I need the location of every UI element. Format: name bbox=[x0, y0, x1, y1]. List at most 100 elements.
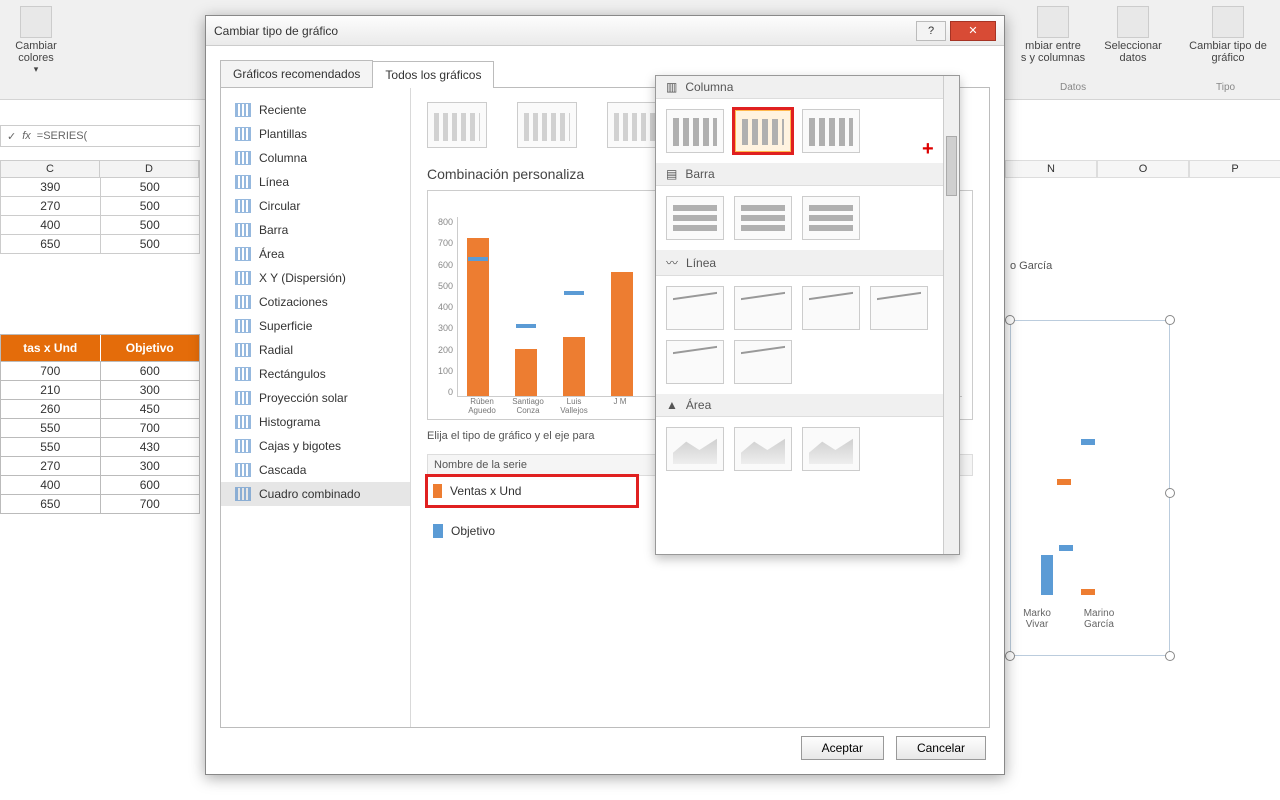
chart-type-icon bbox=[1212, 6, 1244, 38]
colors-icon bbox=[20, 6, 52, 38]
templates-icon bbox=[235, 127, 251, 141]
bar-icon bbox=[235, 223, 251, 237]
popup-opt-100-stacked-column[interactable] bbox=[802, 109, 860, 153]
stock-icon bbox=[235, 295, 251, 309]
tab-recommended[interactable]: Gráficos recomendados bbox=[220, 60, 373, 87]
column-icon: ▥ bbox=[666, 80, 677, 94]
sidebar-item-stock[interactable]: Cotizaciones bbox=[221, 290, 410, 314]
sidebar-item-area[interactable]: Área bbox=[221, 242, 410, 266]
table-hdr: tas x Und bbox=[1, 335, 101, 361]
scatter-icon bbox=[235, 271, 251, 285]
popup-opt-100-stacked-bar[interactable] bbox=[802, 196, 860, 240]
tab-all-charts[interactable]: Todos los gráficos bbox=[372, 61, 494, 88]
popup-opt-100-area[interactable] bbox=[802, 427, 860, 471]
close-button[interactable]: ✕ bbox=[950, 21, 996, 41]
sidebar-item-column[interactable]: Columna bbox=[221, 146, 410, 170]
check-icon[interactable]: ✓ bbox=[7, 130, 16, 143]
popup-opt-line-markers[interactable] bbox=[870, 286, 928, 330]
surface-icon bbox=[235, 319, 251, 333]
sunburst-icon bbox=[235, 391, 251, 405]
dialog-title: Cambiar tipo de gráfico bbox=[214, 24, 338, 38]
box-icon bbox=[235, 439, 251, 453]
ribbon-group-datos: Datos bbox=[1060, 82, 1086, 93]
formula-value: =SERIES( bbox=[37, 130, 87, 142]
y-axis-labels: 800 700 600 500 400 300 200 100 0 bbox=[438, 217, 457, 397]
line-icon: 〰 bbox=[666, 254, 678, 271]
swatch-orange bbox=[433, 484, 442, 498]
bg-legend-text: o García bbox=[1010, 260, 1052, 272]
col-hdr[interactable]: D bbox=[100, 161, 199, 177]
popup-group-columna: ▥Columna bbox=[656, 76, 959, 99]
bg-col-headers: N O P bbox=[1005, 160, 1280, 178]
pie-icon bbox=[235, 199, 251, 213]
chart-category-sidebar: Reciente Plantillas Columna Línea Circul… bbox=[221, 88, 411, 727]
sidebar-item-bar[interactable]: Barra bbox=[221, 218, 410, 242]
area-icon: ▲ bbox=[666, 398, 678, 412]
ribbon-switch-rows-cols[interactable]: mbiar entre s y columnas bbox=[1016, 6, 1090, 64]
sidebar-item-histogram[interactable]: Histograma bbox=[221, 410, 410, 434]
popup-opt-line[interactable] bbox=[666, 286, 724, 330]
ribbon-select-data[interactable]: Seleccionar datos bbox=[1098, 6, 1168, 64]
sidebar-item-treemap[interactable]: Rectángulos bbox=[221, 362, 410, 386]
sidebar-item-pie[interactable]: Circular bbox=[221, 194, 410, 218]
popup-opt-clustered-bar[interactable] bbox=[666, 196, 724, 240]
bar-icon: ▤ bbox=[666, 167, 677, 181]
popup-opt-clustered-column[interactable] bbox=[666, 109, 724, 153]
series-row-1: Ventas x Und bbox=[427, 476, 637, 506]
sidebar-item-radar[interactable]: Radial bbox=[221, 338, 410, 362]
popup-opt-stacked-bar[interactable] bbox=[734, 196, 792, 240]
embedded-chart[interactable] bbox=[1010, 320, 1170, 656]
swatch-blue bbox=[433, 524, 443, 538]
sidebar-item-scatter[interactable]: X Y (Dispersión) bbox=[221, 266, 410, 290]
table-hdr: Objetivo bbox=[101, 335, 200, 361]
histogram-icon bbox=[235, 415, 251, 429]
col-hdr[interactable]: C bbox=[1, 161, 100, 177]
bg-chart-xlabels: Marko Vivar Marino García bbox=[1015, 608, 1121, 630]
help-button[interactable]: ? bbox=[916, 21, 946, 41]
formula-bar[interactable]: ✓ fx =SERIES( bbox=[0, 125, 200, 147]
treemap-icon bbox=[235, 367, 251, 381]
dialog-titlebar[interactable]: Cambiar tipo de gráfico ? ✕ bbox=[206, 16, 1004, 46]
data-table: tas x Und Objetivo 700600 210300 260450 … bbox=[0, 334, 200, 514]
cancel-button[interactable]: Cancelar bbox=[896, 736, 986, 760]
popup-opt-stacked-column[interactable] bbox=[734, 109, 792, 153]
sidebar-item-combo[interactable]: Cuadro combinado bbox=[221, 482, 410, 506]
popup-scrollbar[interactable] bbox=[943, 76, 959, 554]
ribbon-change-chart-type[interactable]: Cambiar tipo de gráfico bbox=[1188, 6, 1268, 64]
combo-icon bbox=[235, 487, 251, 501]
sidebar-item-waterfall[interactable]: Cascada bbox=[221, 458, 410, 482]
sidebar-item-templates[interactable]: Plantillas bbox=[221, 122, 410, 146]
sidebar-item-sunburst[interactable]: Proyección solar bbox=[221, 386, 410, 410]
area-icon bbox=[235, 247, 251, 261]
sheet-fragment: C D 390500 270500 400500 650500 bbox=[0, 160, 200, 254]
popup-group-barra: ▤Barra bbox=[656, 163, 959, 186]
annotation-plus: + bbox=[922, 138, 934, 161]
recent-icon bbox=[235, 103, 251, 117]
radar-icon bbox=[235, 343, 251, 357]
popup-group-area: ▲Área bbox=[656, 394, 959, 417]
select-data-icon bbox=[1117, 6, 1149, 38]
combo-subtype-2[interactable] bbox=[517, 102, 577, 148]
popup-opt-100-line-markers[interactable] bbox=[734, 340, 792, 384]
switch-icon bbox=[1037, 6, 1069, 38]
popup-opt-area[interactable] bbox=[666, 427, 724, 471]
waterfall-icon bbox=[235, 463, 251, 477]
popup-opt-stacked-area[interactable] bbox=[734, 427, 792, 471]
ribbon-change-colors[interactable]: Cambiar colores ▾ bbox=[6, 6, 66, 75]
chart-type-popup: ▥Columna ▤Barra 〰Línea ▲Área bbox=[655, 75, 960, 555]
series-name-1: Ventas x Und bbox=[450, 484, 631, 498]
popup-opt-stacked-line-markers[interactable] bbox=[666, 340, 724, 384]
column-icon bbox=[235, 151, 251, 165]
accept-button[interactable]: Aceptar bbox=[801, 736, 884, 760]
combo-subtype-1[interactable] bbox=[427, 102, 487, 148]
sidebar-item-line[interactable]: Línea bbox=[221, 170, 410, 194]
sidebar-item-surface[interactable]: Superficie bbox=[221, 314, 410, 338]
ribbon-group-tipo: Tipo bbox=[1216, 82, 1235, 93]
series-name-2: Objetivo bbox=[451, 524, 651, 538]
popup-opt-100-line[interactable] bbox=[802, 286, 860, 330]
fx-label: fx bbox=[22, 130, 31, 142]
sidebar-item-recent[interactable]: Reciente bbox=[221, 98, 410, 122]
line-icon bbox=[235, 175, 251, 189]
popup-opt-stacked-line[interactable] bbox=[734, 286, 792, 330]
sidebar-item-boxwhisker[interactable]: Cajas y bigotes bbox=[221, 434, 410, 458]
